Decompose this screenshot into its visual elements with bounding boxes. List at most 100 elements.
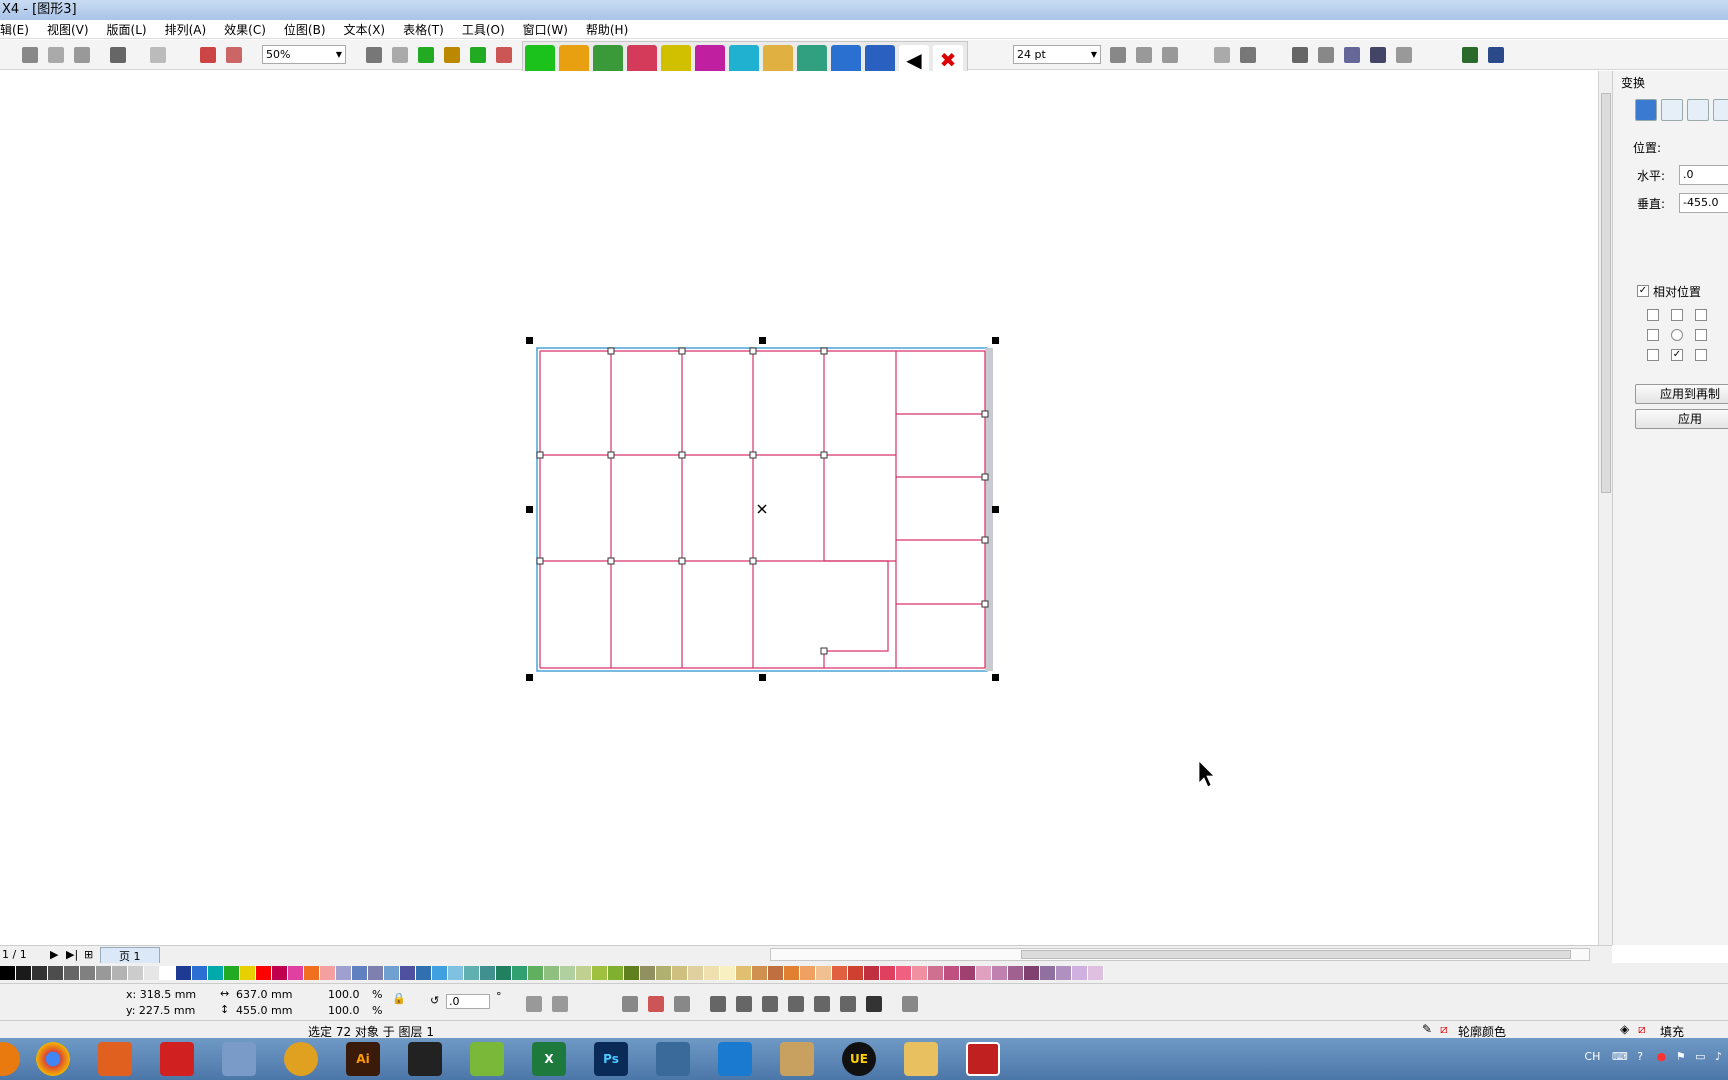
color-swatch[interactable] [16, 966, 32, 980]
front-minus-back-icon[interactable] [814, 996, 830, 1012]
color-swatch[interactable] [1040, 966, 1056, 980]
intersect-icon[interactable] [762, 996, 778, 1012]
color-swatch[interactable] [256, 966, 272, 980]
color-swatch[interactable] [208, 966, 224, 980]
scale-icon[interactable] [1396, 47, 1412, 63]
eye-icon[interactable] [408, 1042, 442, 1076]
app-diamond-icon[interactable] [780, 1042, 814, 1076]
last-page-icon[interactable]: ▶| [66, 948, 78, 961]
color-swatch[interactable] [1056, 966, 1072, 980]
color-swatch[interactable] [896, 966, 912, 980]
color-swatch[interactable] [848, 966, 864, 980]
add-page-icon[interactable]: ⊞ [84, 948, 93, 961]
width-readout[interactable]: 637.0 mm [236, 988, 292, 1001]
record-icon[interactable]: ● [1657, 1050, 1667, 1063]
anchor-top-left[interactable] [1647, 309, 1659, 321]
color-swatch[interactable] [736, 966, 752, 980]
color-swatch[interactable] [528, 966, 544, 980]
color-swatch[interactable] [288, 966, 304, 980]
size-icon[interactable] [1713, 99, 1728, 121]
color-swatch[interactable] [704, 966, 720, 980]
color-swatch[interactable] [864, 966, 880, 980]
acrobat-icon[interactable] [160, 1042, 194, 1076]
menu-arrange[interactable]: 排列(A) [165, 21, 207, 38]
horizontal-input[interactable]: .0 [1679, 165, 1728, 185]
color-swatch[interactable] [80, 966, 96, 980]
scale-x-input[interactable]: 100.0 [328, 988, 360, 1001]
relative-position-checkbox[interactable]: ✓ [1637, 285, 1649, 297]
weld-icon[interactable] [1214, 47, 1230, 63]
coreldraw-icon[interactable] [470, 1042, 504, 1076]
color-swatch[interactable] [992, 966, 1008, 980]
drawing-canvas[interactable] [0, 71, 1598, 945]
horizontal-scrollbar[interactable] [770, 948, 1590, 961]
ship-icon[interactable] [656, 1042, 690, 1076]
volume-icon[interactable]: ♪ [1715, 1050, 1722, 1063]
color-swatch[interactable] [464, 966, 480, 980]
color-swatch[interactable] [832, 966, 848, 980]
color-swatch[interactable] [240, 966, 256, 980]
scrollbar-thumb[interactable] [1021, 950, 1571, 959]
color-swatch[interactable] [64, 966, 80, 980]
color-swatch[interactable] [576, 966, 592, 980]
anchor-center[interactable] [1671, 329, 1683, 341]
anchor-top-right[interactable] [1695, 309, 1707, 321]
mirror-h-icon[interactable] [526, 996, 542, 1012]
color-swatch[interactable] [624, 966, 640, 980]
network-icon[interactable]: ▭ [1695, 1050, 1705, 1063]
color-swatch[interactable] [400, 966, 416, 980]
color-swatch[interactable] [160, 966, 176, 980]
anchor-mid-right[interactable] [1695, 329, 1707, 341]
color-swatch[interactable] [48, 966, 64, 980]
anchor-top-center[interactable] [1671, 309, 1683, 321]
scale-y-input[interactable]: 100.0 [328, 1004, 360, 1017]
ultraedit-icon[interactable]: UE [842, 1042, 876, 1076]
weld-icon[interactable] [710, 996, 726, 1012]
color-swatch[interactable] [96, 966, 112, 980]
import-icon[interactable] [200, 47, 216, 63]
mirror-v-icon[interactable] [552, 996, 568, 1012]
color-swatch[interactable] [976, 966, 992, 980]
illustrator-icon[interactable]: Ai [346, 1042, 380, 1076]
color-swatch[interactable] [496, 966, 512, 980]
vertical-input[interactable]: -455.0 [1679, 193, 1728, 213]
text-ab2-icon[interactable] [1162, 47, 1178, 63]
text-tool-icon[interactable] [1110, 47, 1126, 63]
app-ribbon-icon[interactable] [98, 1042, 132, 1076]
input-language[interactable]: CH [1584, 1050, 1600, 1063]
rotate-icon[interactable] [1661, 99, 1683, 121]
node-icon[interactable] [1240, 47, 1256, 63]
photoshop-icon[interactable]: Ps [594, 1042, 628, 1076]
color-swatch[interactable] [912, 966, 928, 980]
apply-to-duplicate-button[interactable]: 应用到再制 [1635, 384, 1728, 404]
grid-drawing[interactable] [0, 71, 1598, 945]
paste-icon[interactable] [74, 47, 90, 63]
trim-icon[interactable] [736, 996, 752, 1012]
menu-text[interactable]: 文本(X) [344, 21, 386, 38]
color-swatch[interactable] [1072, 966, 1088, 980]
color-swatch[interactable] [688, 966, 704, 980]
center-icon[interactable] [470, 47, 486, 63]
next-page-icon[interactable]: ▶ [50, 948, 58, 961]
color-swatch[interactable] [640, 966, 656, 980]
fit-icon[interactable] [418, 47, 434, 63]
color-swatch[interactable] [1008, 966, 1024, 980]
color-swatch[interactable] [480, 966, 496, 980]
menu-view[interactable]: 视图(V) [47, 21, 89, 38]
gradient-icon[interactable] [1488, 47, 1504, 63]
menu-effects[interactable]: 效果(C) [224, 21, 266, 38]
balloon-icon[interactable] [284, 1042, 318, 1076]
redo-icon[interactable] [150, 47, 166, 63]
color-swatch[interactable] [144, 966, 160, 980]
color-swatch[interactable] [432, 966, 448, 980]
color-swatch[interactable] [560, 966, 576, 980]
cut-icon[interactable] [22, 47, 38, 63]
lock-icon[interactable]: 🔒 [392, 992, 406, 1005]
anchor-bottom-center[interactable]: ✓ [1671, 349, 1683, 361]
color-swatch[interactable] [720, 966, 736, 980]
align-distribute-icon[interactable] [902, 996, 918, 1012]
color-swatch[interactable] [800, 966, 816, 980]
vertical-scrollbar[interactable] [1598, 71, 1612, 945]
color-swatch[interactable] [512, 966, 528, 980]
keyboard-icon[interactable]: ⌨ [1612, 1050, 1628, 1063]
